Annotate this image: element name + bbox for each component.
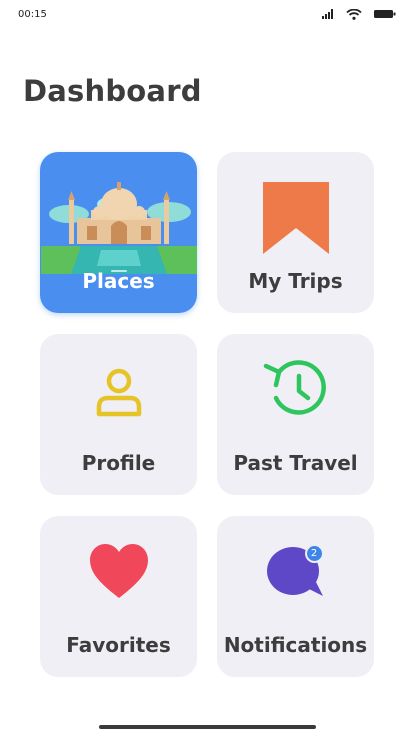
tile-label: Places [82,269,155,293]
tile-label: Favorites [66,633,171,657]
taj-mahal-icon [40,174,197,274]
tile-label: Profile [81,451,156,475]
tile-label: Notifications [223,633,368,657]
status-icons [322,8,396,20]
home-indicator[interactable] [99,725,316,729]
status-bar: 00:15 [0,0,414,28]
notification-badge: 2 [304,544,324,563]
user-icon [40,368,197,418]
status-time: 00:15 [18,8,47,20]
tile-favorites[interactable]: Favorites [40,516,197,677]
tile-past-travel[interactable]: Past Travel [217,334,374,495]
tile-places[interactable]: Places [40,152,197,313]
tile-profile[interactable]: Profile [40,334,197,495]
wifi-icon [346,8,362,20]
history-clock-icon [217,358,374,418]
tile-label: My Trips [248,269,343,293]
chat-bubble-icon: 2 [217,544,374,600]
bookmark-icon [217,182,374,254]
tile-my-trips[interactable]: My Trips [217,152,374,313]
battery-icon [374,10,396,18]
signal-icon [322,9,333,19]
tile-label: Past Travel [233,451,358,475]
tile-notifications[interactable]: 2 Notifications [217,516,374,677]
page-title: Dashboard [23,74,202,108]
heart-icon [40,544,197,598]
